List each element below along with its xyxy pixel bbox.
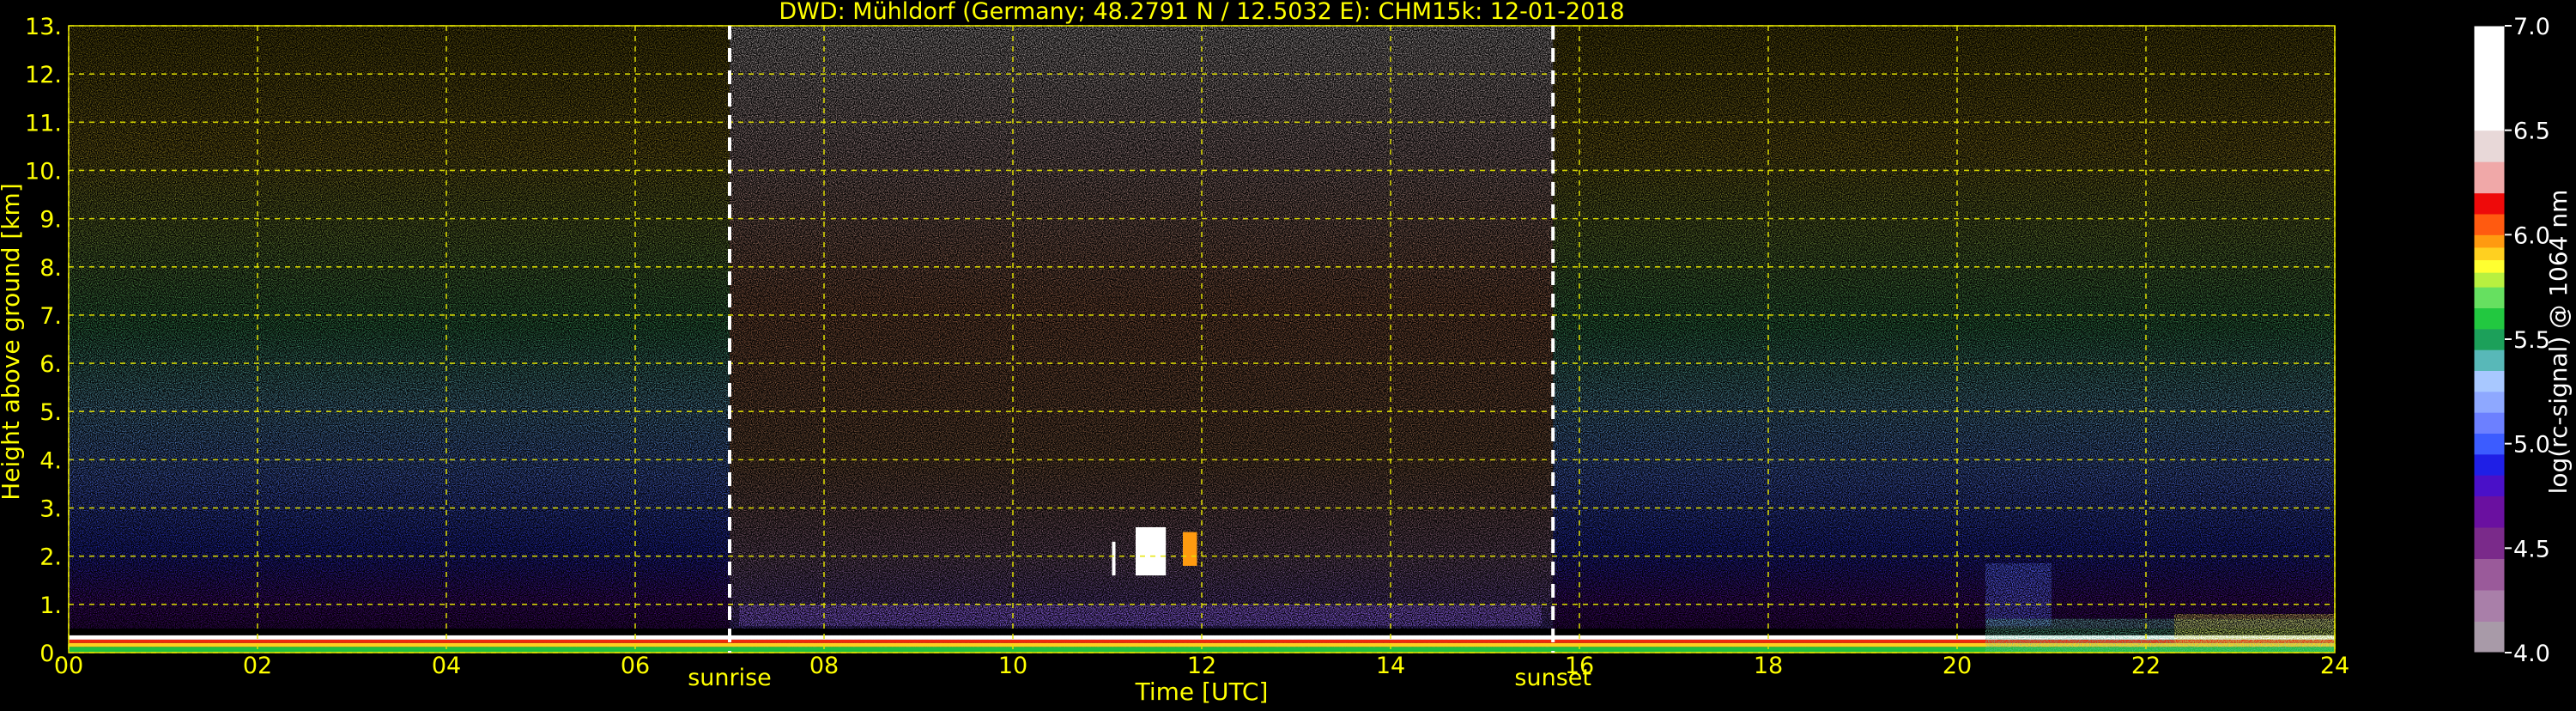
x-tick-label: 06: [621, 653, 650, 679]
colorbar-level: [2474, 527, 2505, 559]
colorbar-level: [2474, 26, 2505, 131]
x-tick-label: 22: [2131, 653, 2161, 679]
colorbar-level: [2474, 475, 2505, 496]
daytime-aerosol-layer: [739, 604, 1542, 627]
colorbar-level: [2474, 590, 2505, 622]
y-tick-label: 1.: [39, 592, 62, 619]
x-axis-label: Time [UTC]: [1135, 678, 1269, 706]
x-tick-label: 20: [1943, 653, 1972, 679]
colorbar-level: [2474, 433, 2505, 455]
y-tick-label: 11.: [25, 110, 62, 137]
colorbar-level: [2474, 246, 2505, 261]
colorbar-label: log(rc-signal) @ 1064 nm: [2544, 190, 2573, 495]
cloud-3: [1112, 541, 1116, 576]
x-tick-label: 04: [432, 653, 461, 679]
ceilometer-chart: sunrise sunset00 02 04 06 08 10 12 14 16 18 20 22 240…: [0, 0, 2576, 708]
colorbar-level: [2474, 453, 2505, 476]
colorbar-level: [2474, 495, 2505, 528]
x-tick-label: 18: [1754, 653, 1783, 679]
evening-surface-aerosol: [2174, 614, 2335, 643]
colorbar-tick-label: 4.5: [2513, 536, 2550, 562]
colorbar-tick-label: 7.0: [2513, 14, 2550, 40]
y-tick-label: 2.: [39, 544, 62, 571]
colorbar-level: [2474, 349, 2505, 371]
colorbar-level: [2474, 287, 2505, 308]
colorbar-level: [2474, 621, 2505, 653]
y-tick-label: 4.: [39, 447, 62, 474]
colorbar-level: [2474, 214, 2505, 235]
colorbar-level: [2474, 558, 2505, 591]
y-axis-label: Height above ground [km]: [0, 183, 25, 501]
x-tick-label: 10: [998, 653, 1027, 679]
x-tick-label: 12: [1187, 653, 1216, 679]
x-tick-label: 14: [1376, 653, 1405, 679]
x-tick-label: 08: [809, 653, 839, 679]
y-tick-label: 12.: [25, 62, 62, 88]
colorbar-level: [2474, 130, 2505, 162]
y-tick-label: 9.: [39, 207, 62, 234]
cloud-2: [1183, 532, 1197, 566]
colorbar-level: [2474, 272, 2505, 288]
sunrise-label: sunrise: [688, 665, 772, 691]
colorbar-tick-label: 6.5: [2513, 118, 2550, 145]
night-backscatter-morning: [69, 26, 730, 653]
colorbar-level: [2474, 307, 2505, 330]
x-tick-label: 24: [2320, 653, 2349, 679]
y-tick-label: 3.: [39, 496, 62, 523]
y-tick-label: 0.: [39, 641, 62, 667]
y-tick-label: 5.: [39, 399, 62, 426]
chart-title: DWD: Mühldorf (Germany; 48.2791 N / 12.5…: [779, 0, 1624, 25]
chart-stage: sunrise sunset 00 02 04 06 08 10 12 14 16 18 20 22 24 0…: [0, 0, 2576, 708]
x-tick-label: 16: [1565, 653, 1594, 679]
cloud-1: [1136, 527, 1167, 576]
y-tick-label: 13.: [25, 14, 62, 40]
x-tick-label: 02: [243, 653, 272, 679]
colorbar-level: [2474, 328, 2505, 350]
colorbar-level: [2474, 192, 2505, 215]
evening-low-cloud: [1985, 563, 2052, 627]
colorbar-level: [2474, 161, 2505, 194]
colorbar-level: [2474, 391, 2505, 413]
y-tick-label: 7.: [39, 303, 62, 330]
y-tick-label: 8.: [39, 255, 62, 282]
colorbar-level: [2474, 412, 2505, 434]
colorbar-level: [2474, 259, 2505, 273]
colorbar-tick-label: 4.0: [2513, 641, 2550, 667]
y-tick-label: 10.: [25, 158, 62, 185]
night-backscatter-evening: [1553, 26, 2335, 653]
y-tick-label: 6.: [39, 351, 62, 378]
colorbar-level: [2474, 370, 2505, 392]
colorbar-level: [2474, 234, 2505, 248]
